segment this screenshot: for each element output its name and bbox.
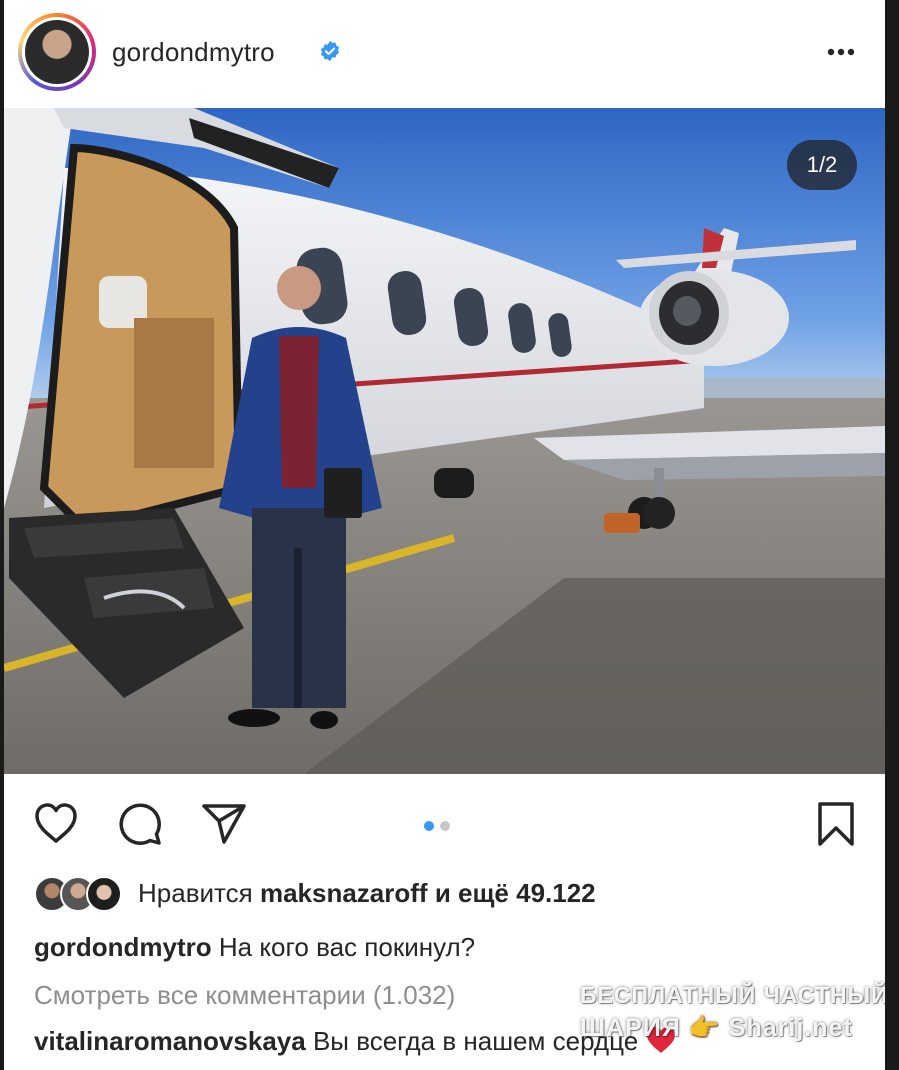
watermark: БЕСПЛАТНЫЙ ЧАСТНЫЙ ШАРИЯ 👉 Sharij.net bbox=[578, 980, 885, 1060]
verified-badge-icon bbox=[320, 40, 340, 62]
caption-username[interactable]: gordondmytro bbox=[34, 932, 212, 962]
post-header: gordondmytro bbox=[4, 0, 885, 108]
comment-icon[interactable] bbox=[116, 800, 164, 848]
watermark-line-1: БЕСПЛАТНЫЙ ЧАСТНЫЙ bbox=[580, 982, 885, 1008]
carousel-counter: 1/2 bbox=[787, 140, 857, 190]
view-all-comments-link[interactable]: Смотреть все комментарии (1.032) bbox=[34, 980, 455, 1011]
caption: gordondmytro На кого вас покинул? bbox=[34, 932, 475, 963]
likes-text: Нравится maksnazaroff и ещё 49.122 bbox=[138, 878, 596, 909]
carousel-dot bbox=[440, 821, 450, 831]
bookmark-icon[interactable] bbox=[812, 800, 860, 848]
likes-user[interactable]: maksnazaroff bbox=[260, 878, 428, 908]
heart-icon[interactable] bbox=[32, 800, 80, 848]
avatar[interactable] bbox=[18, 13, 96, 91]
more-icon[interactable] bbox=[824, 42, 858, 62]
username[interactable]: gordondmytro bbox=[112, 37, 275, 68]
carousel-dot-active bbox=[424, 821, 434, 831]
share-icon[interactable] bbox=[200, 800, 248, 848]
likes-prefix: Нравится bbox=[138, 878, 253, 908]
comment-username[interactable]: vitalinaromanovskaya bbox=[34, 1026, 306, 1056]
likes-count[interactable]: и ещё 49.122 bbox=[435, 878, 596, 908]
carousel-indicator bbox=[424, 818, 464, 831]
instagram-post: gordondmytro 1/2 Нравится maksnazaroff и… bbox=[4, 0, 885, 1070]
watermark-line-2: ШАРИЯ 👉 Sharij.net bbox=[580, 1014, 853, 1042]
photo-illustration bbox=[4, 108, 885, 774]
caption-text: На кого вас покинул? bbox=[218, 932, 476, 962]
action-bar bbox=[4, 790, 885, 860]
post-photo[interactable]: 1/2 bbox=[4, 108, 885, 774]
liker-avatar bbox=[86, 876, 122, 912]
